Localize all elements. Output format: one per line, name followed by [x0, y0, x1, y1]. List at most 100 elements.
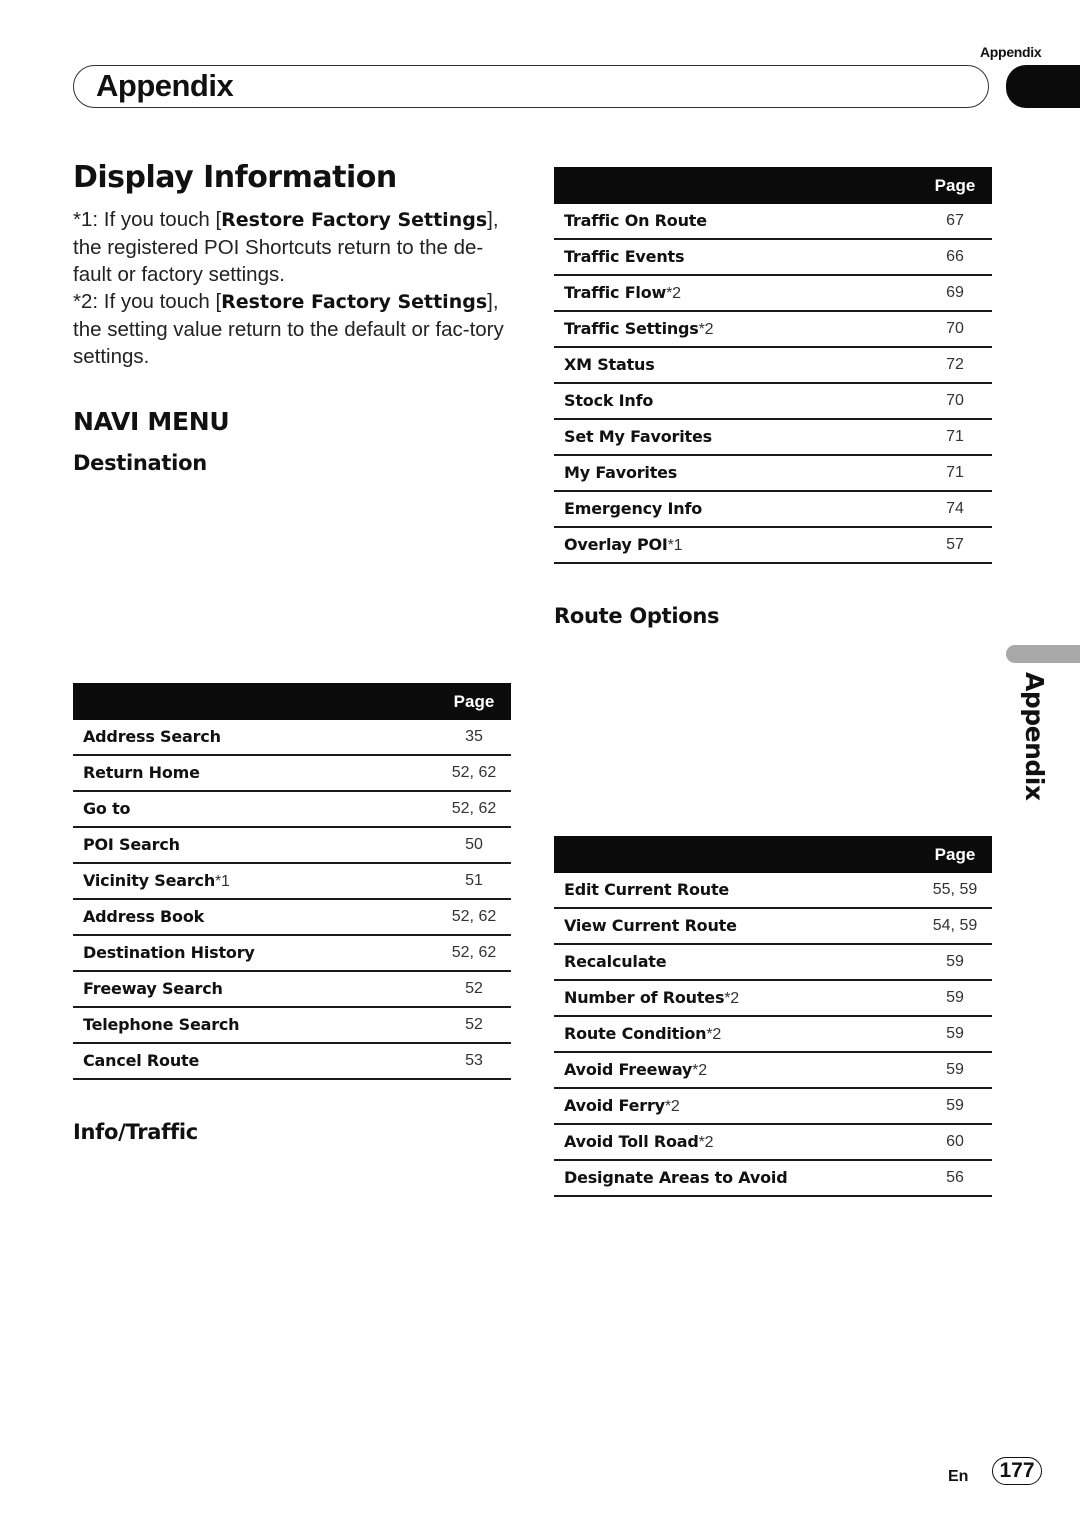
table-row: Recalculate 59	[554, 944, 992, 981]
table-row: Return Home 52, 62	[73, 755, 511, 792]
table-row: My Favorites 71	[554, 455, 992, 492]
table-row: Avoid Ferry*2 59	[554, 1088, 992, 1125]
footnote-marker: *2	[692, 1062, 707, 1079]
menu-item-name: My Favorites	[554, 455, 918, 492]
menu-item-name: Recalculate	[554, 944, 918, 981]
menu-item-name: Go to	[73, 791, 437, 828]
page-column-header: Page	[918, 167, 992, 204]
menu-item-name: Route Condition*2	[554, 1016, 918, 1053]
table-row: Designate Areas to Avoid 56	[554, 1160, 992, 1197]
page-reference: 50	[437, 827, 511, 864]
table-row: Number of Routes*2 59	[554, 980, 992, 1017]
table-row: Destination History 52, 62	[73, 935, 511, 972]
footnote-marker: *2	[666, 285, 681, 302]
page-column-header: Page	[437, 683, 511, 720]
menu-item-name: Address Book	[73, 899, 437, 936]
side-thumb-tab	[1006, 645, 1080, 663]
table-row: Route Condition*2 59	[554, 1016, 992, 1053]
page-reference: 52, 62	[437, 791, 511, 828]
menu-item-name: Return Home	[73, 755, 437, 792]
menu-item-name: Freeway Search	[73, 971, 437, 1008]
menu-item-name: Edit Current Route	[554, 873, 918, 909]
page-reference: 69	[918, 275, 992, 312]
page-reference: 59	[918, 1088, 992, 1125]
table-row: Address Search 35	[73, 720, 511, 756]
destination-table: Page Address Search 35 Return Home 52, 62 Go…	[73, 683, 511, 1080]
footnote-1-bold-term: Restore Factory Settings	[221, 209, 488, 231]
table-row: Address Book 52, 62	[73, 899, 511, 936]
menu-item-name: Emergency Info	[554, 491, 918, 528]
table-row: Vicinity Search*1 51	[73, 863, 511, 900]
destination-heading: Destination	[73, 451, 207, 475]
table-row: Freeway Search 52	[73, 971, 511, 1008]
table-row: Overlay POI*1 57	[554, 527, 992, 564]
page-reference: 52, 62	[437, 935, 511, 972]
footnote-2: *2: If you touch [Restore Factory Settin…	[73, 290, 504, 368]
menu-item-name: Destination History	[73, 935, 437, 972]
table-row: XM Status 72	[554, 347, 992, 384]
footnote-marker: *2	[664, 1098, 680, 1115]
page-reference: 72	[918, 347, 992, 384]
table-row: Edit Current Route 55, 59	[554, 873, 992, 909]
page-reference: 59	[918, 980, 992, 1017]
footnote-1: *1: If you touch [Restore Factory Settin…	[73, 208, 499, 286]
page-reference: 59	[918, 1016, 992, 1053]
footnotes: *1: If you touch [Restore Factory Settin…	[73, 206, 513, 370]
menu-item-name: Overlay POI*1	[554, 527, 918, 564]
footer-language: En	[948, 1468, 969, 1485]
page-reference: 56	[918, 1160, 992, 1197]
footnote-marker: *1	[667, 537, 683, 554]
menu-item-name: Traffic Flow*2	[554, 275, 918, 312]
footnote-marker: *1	[215, 873, 230, 890]
info-traffic-heading: Info/Traffic	[73, 1120, 198, 1144]
page-column-header: Page	[918, 836, 992, 873]
section-title: NAVI MENU	[73, 407, 230, 436]
table-row: POI Search 50	[73, 827, 511, 864]
table-row: Stock Info 70	[554, 383, 992, 420]
page-reference: 52, 62	[437, 899, 511, 936]
menu-item-name: View Current Route	[554, 908, 918, 945]
menu-item-name: XM Status	[554, 347, 918, 384]
page-reference: 54, 59	[918, 908, 992, 945]
menu-item-name: Avoid Freeway*2	[554, 1052, 918, 1089]
table-row: Cancel Route 53	[73, 1043, 511, 1080]
menu-item-name: Stock Info	[554, 383, 918, 420]
route-options-heading: Route Options	[554, 604, 720, 628]
page-reference: 70	[918, 383, 992, 420]
menu-item-name: Traffic On Route	[554, 204, 918, 240]
page-reference: 66	[918, 239, 992, 276]
menu-item-name: Avoid Ferry*2	[554, 1088, 918, 1125]
menu-item-name: Avoid Toll Road*2	[554, 1124, 918, 1161]
page-reference: 74	[918, 491, 992, 528]
footnote-2-bold-term: Restore Factory Settings	[221, 291, 488, 313]
table-row: Avoid Freeway*2 59	[554, 1052, 992, 1089]
table-row: Traffic Settings*2 70	[554, 311, 992, 348]
table-row: Traffic Events 66	[554, 239, 992, 276]
footnote-marker: *2	[698, 1134, 714, 1151]
page-reference: 52, 62	[437, 755, 511, 792]
page-reference: 57	[918, 527, 992, 564]
table-row: Traffic Flow*2 69	[554, 275, 992, 312]
page-reference: 59	[918, 1052, 992, 1089]
table-row: Go to 52, 62	[73, 791, 511, 828]
page-reference: 71	[918, 419, 992, 456]
page-reference: 53	[437, 1043, 511, 1080]
side-tab-label: Appendix	[1020, 672, 1049, 801]
table-row: Traffic On Route 67	[554, 204, 992, 240]
chapter-title-bar: Appendix	[73, 65, 989, 108]
table-row: Set My Favorites 71	[554, 419, 992, 456]
page-reference: 52	[437, 1007, 511, 1044]
chapter-title: Appendix	[96, 68, 234, 103]
chapter-thumb-tab	[1006, 65, 1080, 108]
page-reference: 67	[918, 204, 992, 240]
page-reference: 52	[437, 971, 511, 1008]
table-row: Emergency Info 74	[554, 491, 992, 528]
page-reference: 35	[437, 720, 511, 756]
menu-item-name: Address Search	[73, 720, 437, 756]
running-header-label: Appendix	[980, 44, 1042, 60]
menu-item-name: Traffic Events	[554, 239, 918, 276]
page-reference: 71	[918, 455, 992, 492]
table-row: Avoid Toll Road*2 60	[554, 1124, 992, 1161]
table-row: View Current Route 54, 59	[554, 908, 992, 945]
table-row: Telephone Search 52	[73, 1007, 511, 1044]
